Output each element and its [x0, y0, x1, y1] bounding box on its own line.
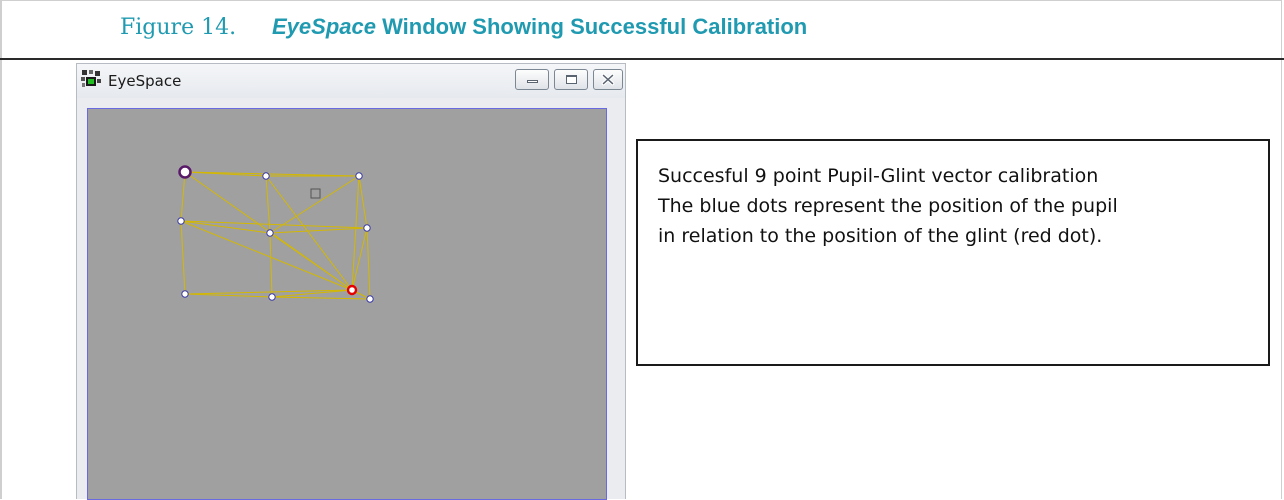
- window-title: EyeSpace: [108, 72, 182, 90]
- close-icon: [601, 73, 615, 86]
- maximize-button[interactable]: [554, 69, 588, 90]
- calibration-note: Succesful 9 point Pupil-Glint vector cal…: [636, 139, 1270, 366]
- mesh-line: [269, 232, 273, 298]
- note-line-1: Succesful 9 point Pupil-Glint vector cal…: [658, 165, 1099, 187]
- pupil-dot: [181, 290, 189, 298]
- eyespace-app-icon: [81, 70, 101, 87]
- figure-title: EyeSpace Window Showing Successful Calib…: [272, 14, 807, 39]
- mesh-line: [180, 171, 186, 222]
- note-line-2: The blue dots represent the position of …: [658, 195, 1118, 217]
- pupil-dot: [366, 295, 374, 303]
- note-line-3: in relation to the position of the glint…: [658, 225, 1103, 247]
- active-calibration-point: [178, 165, 192, 179]
- mesh-line: [358, 175, 368, 229]
- glint-dot: [346, 284, 358, 296]
- mesh-line: [271, 296, 371, 300]
- figure-caption: Figure 14. EyeSpace Window Showing Succes…: [120, 14, 1270, 60]
- close-button[interactable]: [593, 69, 623, 90]
- pupil-dot: [262, 172, 270, 180]
- figure-title-app-name: EyeSpace: [272, 14, 376, 39]
- mesh-line: [184, 171, 360, 177]
- pupil-dot: [355, 172, 363, 180]
- figure-number: Figure 14.: [120, 15, 237, 40]
- eyespace-window: EyeSpace: [76, 63, 626, 500]
- mesh-line: [366, 227, 371, 300]
- minimize-button[interactable]: [515, 69, 549, 90]
- figure-title-rest: Window Showing Successful Calibration: [375, 14, 808, 39]
- caption-divider: [0, 58, 1284, 60]
- pupil-dot: [177, 217, 185, 225]
- pupil-dot: [363, 224, 371, 232]
- window-titlebar[interactable]: EyeSpace: [77, 64, 625, 98]
- mesh-line: [269, 227, 368, 234]
- pupil-dot: [266, 229, 274, 237]
- pupil-dot: [268, 293, 276, 301]
- calibration-plot: [177, 165, 374, 303]
- target-marker: [310, 188, 321, 199]
- mesh-line: [351, 175, 360, 291]
- calibration-canvas[interactable]: [87, 108, 607, 500]
- mesh-line: [180, 220, 186, 295]
- mesh-line: [184, 293, 273, 298]
